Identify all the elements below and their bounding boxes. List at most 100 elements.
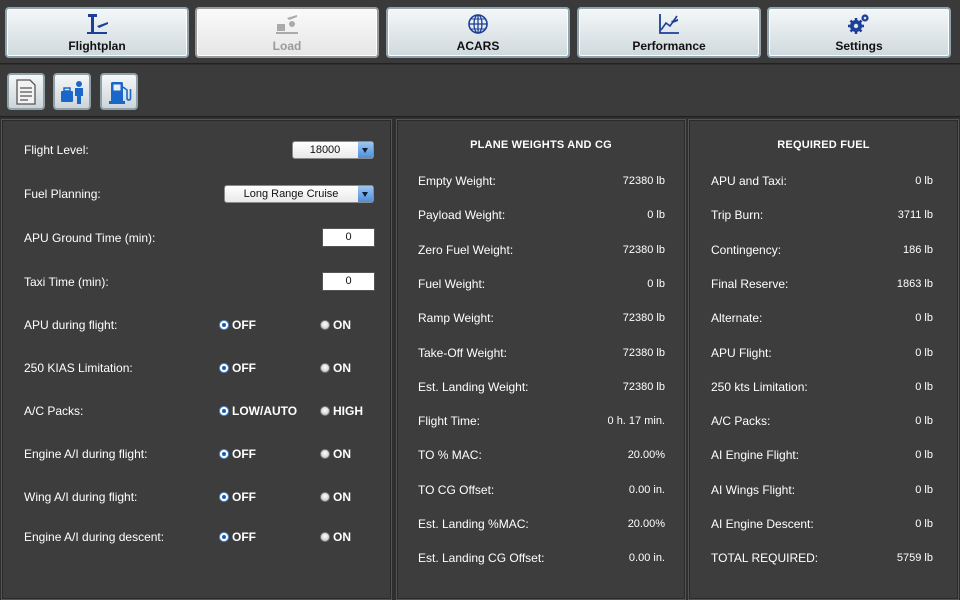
item-value: 72380 lb — [622, 175, 665, 187]
fuel-planning-select[interactable]: Long Range Cruise — [224, 185, 374, 203]
flightplan-icon — [87, 14, 108, 34]
item-value: 0 lb — [915, 449, 933, 462]
radio-option-label: ON — [333, 318, 351, 332]
tab-label: Flightplan — [68, 39, 126, 53]
radio-dot-icon — [219, 492, 229, 502]
fuel-settings-panel: Flight Level: 18000 Fuel Planning: Long … — [1, 119, 392, 600]
tab-settings[interactable]: Settings — [767, 7, 951, 58]
item-label: AI Engine Descent: — [711, 517, 814, 531]
settings-gears-icon — [848, 14, 869, 34]
item-value: 0 lb — [915, 312, 933, 325]
item-value: 20.00% — [627, 449, 665, 462]
radio-dot-icon — [219, 363, 229, 373]
tab-label: ACARS — [456, 39, 500, 53]
tab-label: Performance — [632, 39, 706, 53]
radio-option-label: OFF — [232, 318, 256, 332]
tab-acars[interactable]: ACARS — [386, 7, 570, 58]
item-label: Take-Off Weight: — [418, 345, 507, 360]
performance-icon — [659, 14, 679, 34]
passenger-baggage-icon — [61, 81, 83, 104]
radio-row-label: Engine A/I during flight: — [24, 447, 148, 461]
item-label: Fuel Weight: — [418, 276, 486, 291]
radio-row-label: APU during flight: — [24, 318, 118, 332]
radio-option-label: OFF — [232, 490, 256, 504]
load-icon — [276, 15, 298, 34]
item-value: 72380 lb — [622, 312, 665, 325]
radio-dot-icon — [320, 320, 330, 330]
item-label: Est. Landing %MAC: — [418, 517, 529, 531]
radio-option-label: ON — [333, 490, 351, 504]
radio-dot-icon — [219, 532, 229, 542]
radio-option-label: ON — [333, 447, 351, 461]
item-value: 0 h. 17 min. — [607, 415, 665, 428]
taxi-time-input[interactable]: 0 — [322, 272, 375, 291]
fuel-pump-button[interactable] — [100, 73, 138, 110]
item-value: 0 lb — [647, 277, 665, 290]
item-label: APU and Taxi: — [711, 174, 787, 188]
item-label: AI Engine Flight: — [711, 448, 800, 463]
tab-flightplan[interactable]: Flightplan — [5, 7, 189, 58]
item-value: 0.00 in. — [628, 552, 665, 565]
item-label: Flight Time: — [418, 414, 481, 429]
item-label: Payload Weight: — [418, 208, 506, 223]
radio-dot-icon — [320, 363, 330, 373]
item-value: 0 lb — [647, 209, 665, 222]
item-label: Contingency: — [711, 242, 782, 257]
item-label: TO % MAC: — [418, 448, 482, 463]
radio-option-label: OFF — [232, 530, 256, 544]
item-value: 0 lb — [915, 483, 933, 496]
item-label: APU Flight: — [711, 345, 772, 360]
radio-option-label: OFF — [232, 361, 256, 375]
radio-row-label: Wing A/I during flight: — [24, 490, 138, 504]
radio-dot-icon — [320, 406, 330, 416]
apu-ground-time-label: APU Ground Time (min): — [24, 231, 156, 245]
radio-dot-icon — [219, 449, 229, 459]
main-tab-bar: Flightplan Load ACARS Performance Settin… — [0, 0, 960, 64]
flight-level-value: 18000 — [309, 144, 341, 156]
item-value: 72380 lb — [622, 380, 665, 393]
flight-level-label: Flight Level: — [24, 143, 89, 157]
taxi-time-label: Taxi Time (min): — [24, 275, 109, 289]
document-button[interactable] — [7, 73, 45, 110]
item-value: 72380 lb — [622, 346, 665, 359]
radio-option-label: HIGH — [333, 404, 363, 418]
item-value: 0 lb — [915, 175, 933, 187]
document-icon — [16, 79, 36, 105]
tab-label: Settings — [835, 39, 883, 53]
item-value: 1863 lb — [896, 277, 933, 290]
item-label: AI Wings Flight: — [711, 482, 796, 497]
panel-title: PLANE WEIGHTS AND CG — [470, 139, 612, 151]
radio-dot-icon — [320, 532, 330, 542]
radio-row-label: 250 KIAS Limitation: — [24, 361, 133, 375]
tab-load[interactable]: Load — [195, 7, 379, 58]
sub-toolbar — [0, 65, 960, 117]
radio-row-label: Engine A/I during descent: — [24, 530, 165, 544]
item-value: 0 lb — [915, 415, 933, 428]
item-value: 0 lb — [915, 346, 933, 359]
radio-dot-icon — [320, 492, 330, 502]
fuel-planning-label: Fuel Planning: — [24, 187, 101, 201]
panel-title: REQUIRED FUEL — [777, 139, 870, 151]
fuel-pump-icon — [109, 82, 132, 104]
passenger-baggage-button[interactable] — [53, 73, 91, 110]
item-value: 186 lb — [903, 243, 933, 256]
radio-option-label: ON — [333, 361, 351, 375]
item-value: 72380 lb — [622, 243, 665, 256]
fuel-planning-value: Long Range Cruise — [243, 188, 339, 200]
radio-row-label: A/C Packs: — [24, 404, 84, 418]
item-value: 0 lb — [915, 380, 933, 393]
item-label: Est. Landing CG Offset: — [418, 551, 545, 566]
item-label: Ramp Weight: — [418, 311, 494, 326]
item-value: 5759 lb — [896, 552, 933, 565]
item-value: 0.00 in. — [628, 483, 665, 496]
item-label: Est. Landing Weight: — [418, 379, 529, 394]
radio-option-label: OFF — [232, 447, 256, 461]
flight-level-select[interactable]: 18000 — [292, 141, 374, 159]
acars-globe-icon — [468, 14, 488, 34]
item-value: 3711 lb — [897, 209, 933, 222]
radio-dot-icon — [219, 320, 229, 330]
tab-performance[interactable]: Performance — [577, 7, 761, 58]
apu-ground-time-input[interactable]: 0 — [322, 228, 375, 247]
radio-option-label: LOW/AUTO — [232, 404, 298, 418]
item-value: 0 lb — [915, 518, 933, 530]
